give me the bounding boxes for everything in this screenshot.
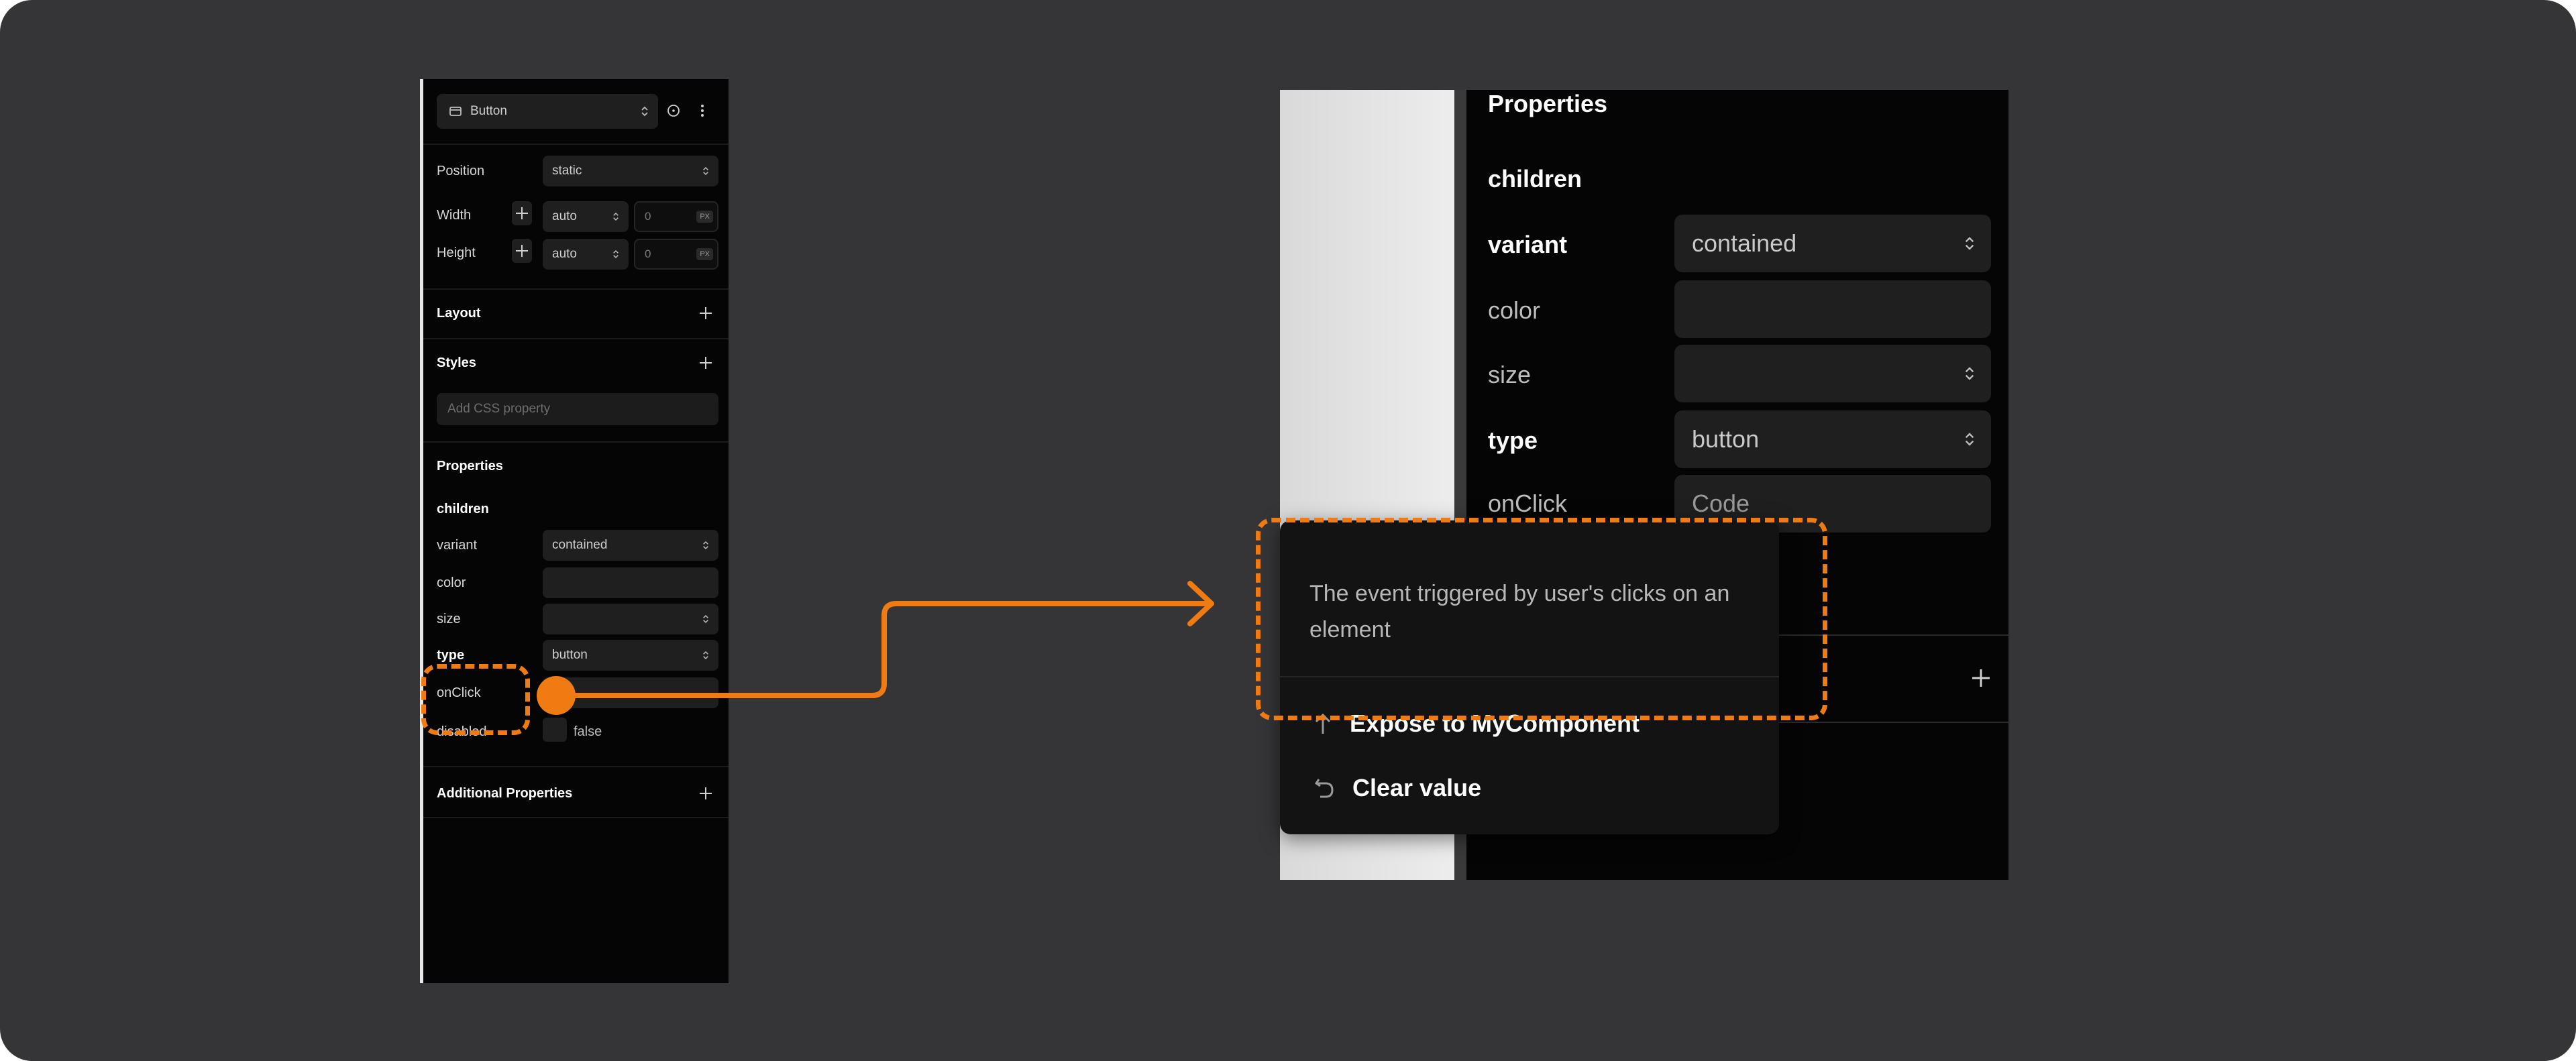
zoom-children-label: children bbox=[1488, 165, 1582, 192]
chevron-updown-icon bbox=[1965, 433, 1974, 446]
zoom-add-icon[interactable] bbox=[1971, 668, 1991, 688]
zoom-properties-title: Properties bbox=[1488, 90, 1608, 117]
zoom-variant-label: variant bbox=[1488, 231, 1568, 258]
zoom-type-label: type bbox=[1488, 427, 1538, 454]
zoom-type-value: button bbox=[1692, 425, 1760, 453]
clear-value-label: Clear value bbox=[1352, 774, 1482, 801]
stage: Button Position static Width auto 0 PX H… bbox=[0, 0, 2576, 1061]
connector-dot bbox=[537, 676, 576, 715]
zoom-onclick-placeholder: Code bbox=[1692, 490, 1750, 517]
zoom-variant-select[interactable]: contained bbox=[1674, 215, 1991, 272]
zoom-type-select[interactable]: button bbox=[1674, 410, 1991, 468]
clear-value-item[interactable]: Clear value bbox=[1313, 774, 1481, 802]
chevron-updown-icon bbox=[1965, 367, 1974, 380]
undo-icon bbox=[1314, 779, 1334, 798]
zoom-color-input[interactable] bbox=[1674, 280, 1991, 338]
zoom-size-select[interactable] bbox=[1674, 345, 1991, 402]
chevron-updown-icon bbox=[1965, 237, 1974, 250]
zoom-size-label: size bbox=[1488, 361, 1532, 388]
zoom-variant-value: contained bbox=[1692, 229, 1797, 257]
zoom-color-label: color bbox=[1488, 296, 1541, 324]
tooltip-highlight bbox=[1256, 518, 1827, 720]
zoom-onclick-label[interactable]: onClick bbox=[1488, 490, 1567, 518]
